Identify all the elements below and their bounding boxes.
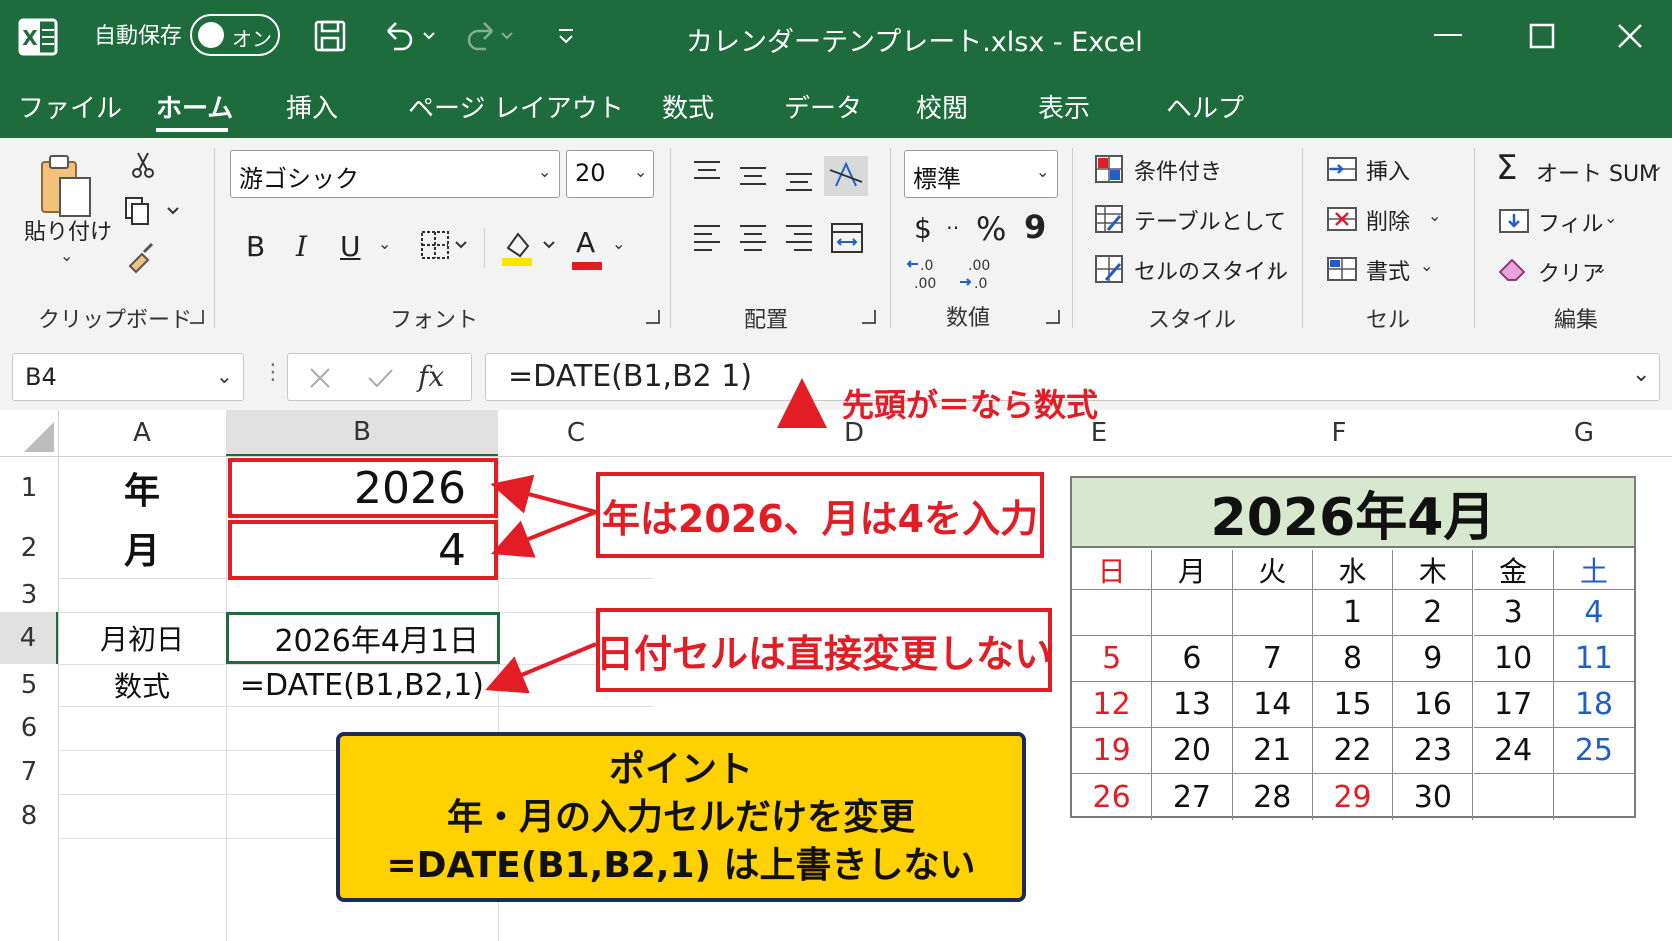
calendar-day: 8 [1312, 636, 1394, 682]
calendar-day: 1 [1312, 590, 1394, 636]
calendar-weekday: 月 [1152, 550, 1233, 590]
calendar-title: 2026年4月 [1072, 478, 1634, 548]
point-note: ポイント 年・月の入力セルだけを変更 =DATE(B1,B2,1) は上書きしな… [336, 732, 1026, 902]
calendar-day: 14 [1232, 682, 1313, 728]
calendar-weekday: 土 [1553, 550, 1635, 590]
calendar-weekday: 日 [1072, 550, 1153, 590]
calendar-day [1152, 590, 1233, 636]
calendar-day: 17 [1473, 682, 1554, 728]
calendar-day [1554, 774, 1634, 820]
calendar-day: 27 [1152, 774, 1233, 820]
calendar-day: 12 [1072, 682, 1153, 728]
calendar: 2026年4月 日月火水木金土 1 2 3 4 5 6 7 8 9 10 11 12 13 14 15 16 17… [1070, 476, 1636, 820]
calendar-day: 20 [1152, 728, 1233, 774]
calendar-day [1072, 590, 1153, 636]
date-hint-callout: 日付セルは直接変更しない [596, 608, 1052, 692]
point-note-line-2: =DATE(B1,B2,1) は上書きしない [386, 845, 976, 886]
calendar-weekday: 水 [1312, 550, 1394, 590]
calendar-weekday: 火 [1232, 550, 1313, 590]
calendar-day: 28 [1233, 774, 1313, 820]
calendar-day: 16 [1393, 682, 1474, 728]
point-note-title: ポイント [608, 749, 753, 790]
calendar-weekday: 木 [1393, 550, 1474, 590]
calendar-day: 10 [1473, 636, 1554, 682]
calendar-day: 3 [1473, 590, 1554, 636]
calendar-day [1474, 774, 1554, 820]
input-hint-callout: 年は2026、月は4を入力 [596, 472, 1044, 558]
calendar-day: 7 [1232, 636, 1313, 682]
calendar-day: 5 [1072, 636, 1153, 682]
formula-hint-annotation: 先頭が＝なら数式 [842, 386, 1099, 424]
calendar-day: 13 [1152, 682, 1233, 728]
calendar-day: 9 [1393, 636, 1474, 682]
calendar-day: 18 [1553, 682, 1635, 728]
calendar-day: 2 [1393, 590, 1474, 636]
calendar-day: 24 [1473, 728, 1554, 774]
calendar-day: 4 [1553, 590, 1635, 636]
calendar-day: 15 [1312, 682, 1394, 728]
calendar-weekday: 金 [1473, 550, 1554, 590]
calendar-day: 26 [1072, 774, 1153, 820]
calendar-day: 21 [1232, 728, 1313, 774]
calendar-day: 11 [1553, 636, 1635, 682]
calendar-day: 19 [1072, 728, 1153, 774]
excel-window: X 自動保存 オン カレンダーテンプレート.xlsx - Excel ファイル … [0, 0, 1672, 941]
calendar-day: 23 [1393, 728, 1474, 774]
calendar-day: 25 [1553, 728, 1635, 774]
calendar-day: 29 [1313, 774, 1394, 820]
calendar-day [1232, 590, 1313, 636]
point-note-line-1: 年・月の入力セルだけを変更 [446, 797, 915, 838]
calendar-day: 6 [1152, 636, 1233, 682]
calendar-day: 30 [1393, 774, 1474, 820]
calendar-day: 22 [1312, 728, 1394, 774]
